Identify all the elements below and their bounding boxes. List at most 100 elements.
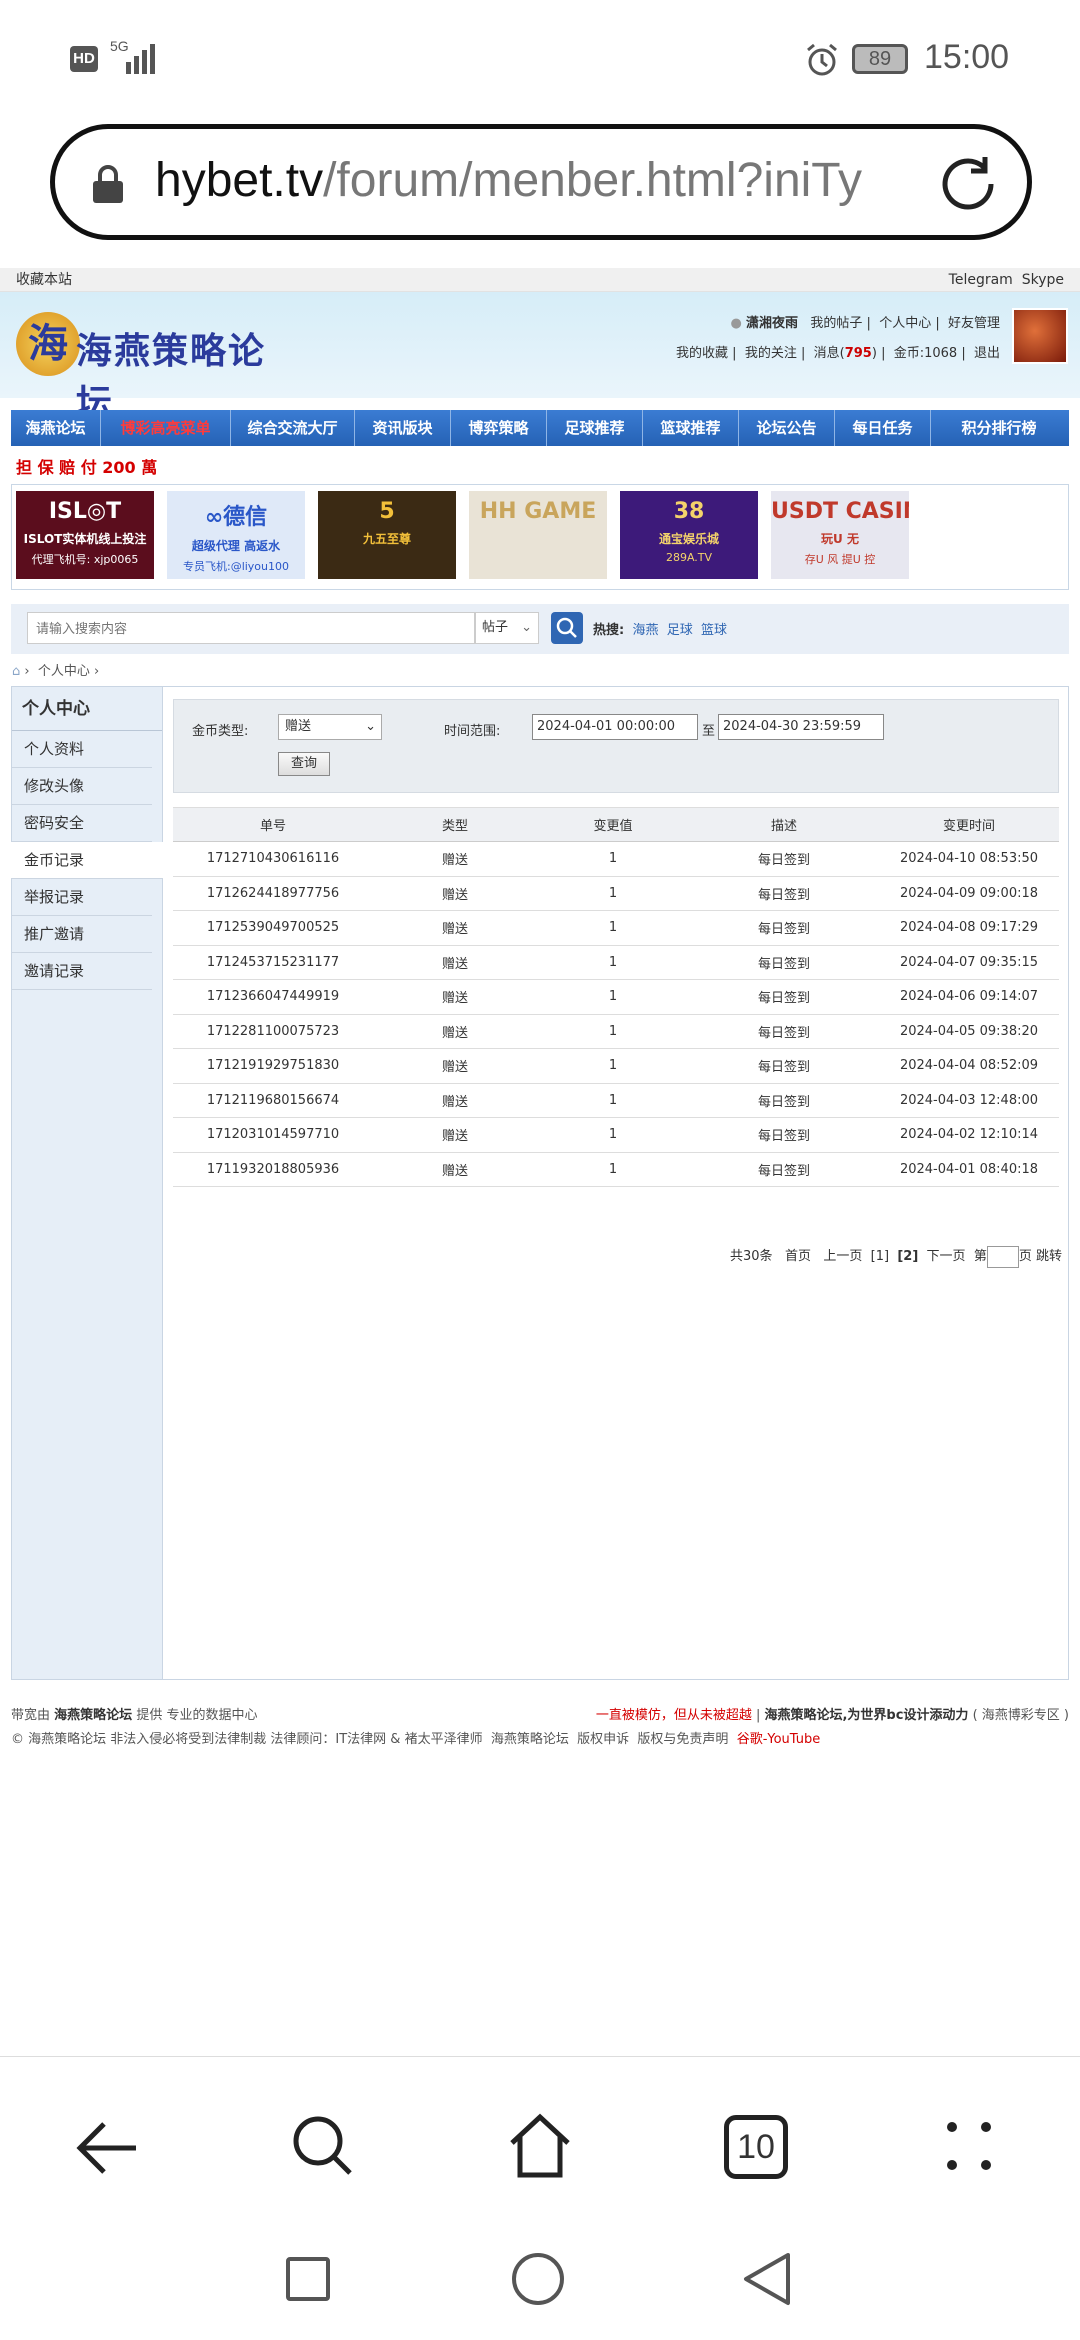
site-topbar: 收藏本站 Telegram Skype (0, 268, 1080, 292)
personal-center-link[interactable]: 个人中心 (879, 316, 931, 331)
home-circle-icon[interactable] (512, 2253, 564, 2305)
cell-order-no: 1712191929751830 (173, 1048, 373, 1084)
sidebar-item-coins[interactable]: 金币记录 (11, 842, 163, 879)
col-time: 变更时间 (879, 807, 1059, 842)
coin-type-select[interactable]: 赠送 ⌄ (278, 714, 382, 740)
query-button[interactable]: 查询 (278, 752, 330, 776)
page-1-link[interactable]: [1] (871, 1249, 889, 1264)
cell-type: 赠送 (373, 1014, 537, 1049)
nav-item-tasks[interactable]: 每日任务 (835, 410, 931, 446)
cell-desc: 每日签到 (689, 1014, 879, 1049)
menu-icon[interactable] (944, 2117, 994, 2181)
site-header: 海 海燕策略论坛 ● 潇湘夜雨 我的帖子 | 个人中心 | 好友管理 我的收藏 … (0, 292, 1080, 424)
skype-link[interactable]: Skype (1022, 272, 1064, 288)
site-logo[interactable]: 海 海燕策略论坛 (16, 310, 286, 424)
cell-time: 2024-04-05 09:38:20 (879, 1014, 1059, 1049)
cell-type: 赠送 (373, 1048, 537, 1084)
my-posts-link[interactable]: 我的帖子 (810, 316, 862, 331)
messages-link[interactable]: 消息(795) (814, 346, 877, 361)
following-link[interactable]: 我的关注 (745, 346, 797, 361)
sidebar-item-profile[interactable]: 个人资料 (12, 731, 152, 768)
date-from-input[interactable]: 2024-04-01 00:00:00 (532, 714, 698, 740)
footer-link[interactable]: 版权申诉 (577, 1732, 629, 1747)
page-number-input[interactable] (986, 1245, 1019, 1268)
breadcrumb-item[interactable]: 个人中心 (38, 664, 90, 679)
tabs-button[interactable]: 10 (724, 2115, 788, 2179)
nav-item-strategy[interactable]: 博弈策略 (451, 410, 547, 446)
reload-icon[interactable] (935, 151, 1001, 221)
cell-time: 2024-04-04 08:52:09 (879, 1048, 1059, 1084)
back-triangle-icon[interactable] (740, 2251, 794, 2311)
ad-strip: ISL◎T ISLOT实体机线上投注 代理飞机号: xjp0065 ∞德信 超级代理 … (11, 484, 1069, 590)
cell-time: 2024-04-02 12:10:14 (879, 1117, 1059, 1153)
cell-desc: 每日签到 (689, 876, 879, 911)
chevron-down-icon: ⌄ (365, 719, 376, 734)
nav-item-notice[interactable]: 论坛公告 (739, 410, 835, 446)
url-domain: hybet.tv (155, 154, 324, 207)
ad-banner-tongbao[interactable]: 38 通宝娱乐城 289A.TV (620, 491, 758, 579)
footer-brand[interactable]: 海燕策略论坛 (54, 1708, 132, 1723)
coin-type-value: 赠送 (285, 719, 312, 734)
prev-page-link[interactable]: 上一页 (823, 1249, 862, 1264)
jump-button[interactable]: 跳转 (1036, 1249, 1062, 1264)
ad-banner-hhgame[interactable]: HH GAME (469, 491, 607, 579)
search-icon[interactable] (290, 2113, 356, 2183)
sidebar-item-reports[interactable]: 举报记录 (12, 879, 152, 916)
ad-title: ISL◎T (48, 499, 122, 524)
next-page-link[interactable]: 下一页 (927, 1249, 966, 1264)
ad-banner-jiuwu[interactable]: 5 九五至尊 (318, 491, 456, 579)
first-page-link[interactable]: 首页 (785, 1249, 811, 1264)
address-bar[interactable]: hybet.tv/forum/menber.html?iniTy (50, 124, 1032, 240)
nav-item-basketball[interactable]: 篮球推荐 (643, 410, 739, 446)
ad-title: ∞德信 (204, 505, 268, 530)
url-text[interactable]: hybet.tv/forum/menber.html?iniTy (155, 153, 875, 208)
nav-item-ranking[interactable]: 积分排行榜 (931, 410, 1067, 446)
hot-search-link[interactable]: 足球 (667, 623, 693, 638)
table-row: 1712366047449919 赠送 1 每日签到 2024-04-06 09:14:… (173, 979, 1059, 1015)
hot-search-link[interactable]: 海燕 (632, 623, 658, 638)
bookmark-link[interactable]: 收藏本站 (16, 268, 72, 291)
cell-change: 1 (537, 910, 689, 946)
favorites-link[interactable]: 我的收藏 (676, 346, 728, 361)
footer-youtube-link[interactable]: 谷歌-YouTube (737, 1732, 821, 1747)
sidebar-item-security[interactable]: 密码安全 (12, 805, 152, 842)
hd-badge: HD (70, 46, 98, 72)
home-icon[interactable] (506, 2111, 574, 2183)
telegram-link[interactable]: Telegram (949, 272, 1013, 288)
sidebar-item-invites[interactable]: 邀请记录 (12, 953, 152, 990)
cell-desc: 每日签到 (689, 1117, 879, 1153)
footer-link[interactable]: 海燕策略论坛 (491, 1732, 569, 1747)
nav-item-highlight[interactable]: 博彩高亮菜单 (101, 410, 231, 446)
footer-zone-link[interactable]: ( 海燕博彩专区 ) (973, 1708, 1069, 1723)
footer-link[interactable]: 版权与免责声明 (637, 1732, 728, 1747)
footer-tagline[interactable]: 海燕策略论坛,为世界bc设计添动力 (764, 1708, 968, 1723)
table-row: 1712539049700525 赠送 1 每日签到 2024-04-08 09:17:… (173, 910, 1059, 946)
home-icon[interactable]: ⌂ (12, 664, 20, 679)
nav-item-home[interactable]: 海燕论坛 (11, 410, 101, 446)
sidebar-item-avatar[interactable]: 修改头像 (12, 768, 152, 805)
ad-banner-islot[interactable]: ISL◎T ISLOT实体机线上投注 代理飞机号: xjp0065 (16, 491, 154, 579)
search-input[interactable] (27, 612, 475, 644)
cell-order-no: 1712453715231177 (173, 945, 373, 980)
sidebar-item-promotion[interactable]: 推广邀请 (12, 916, 152, 953)
ad-line: 代理飞机号: xjp0065 (31, 553, 139, 566)
ad-banner-usdt[interactable]: USDT CASINO 玩U 无存U 风 提U 控 (771, 491, 909, 579)
friends-link[interactable]: 好友管理 (948, 316, 1000, 331)
username[interactable]: 潇湘夜雨 (746, 316, 798, 331)
ad-banner-dexin[interactable]: ∞德信 超级代理 高返水 专员飞机:@liyou100 (167, 491, 305, 579)
recents-icon[interactable] (286, 2257, 330, 2301)
page-2-current: [2] (897, 1249, 919, 1264)
nav-item-news[interactable]: 资讯版块 (355, 410, 451, 446)
user-icon: ● (730, 316, 742, 331)
nav-item-lounge[interactable]: 综合交流大厅 (231, 410, 355, 446)
back-icon[interactable] (74, 2115, 140, 2185)
logout-link[interactable]: 退出 (974, 346, 1000, 361)
hot-search-link[interactable]: 篮球 (701, 623, 727, 638)
cell-order-no: 1712366047449919 (173, 979, 373, 1015)
avatar[interactable] (1012, 308, 1068, 364)
search-type-select[interactable]: 帖子 ⌄ (475, 612, 539, 644)
nav-item-football[interactable]: 足球推荐 (547, 410, 643, 446)
search-button[interactable] (551, 612, 583, 644)
cell-change: 1 (537, 876, 689, 911)
date-to-input[interactable]: 2024-04-30 23:59:59 (718, 714, 884, 740)
